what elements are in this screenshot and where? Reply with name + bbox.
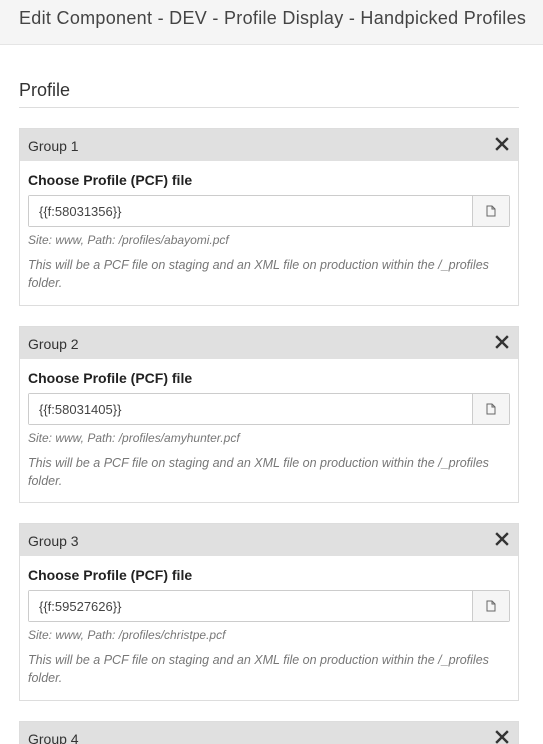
browse-button[interactable] (472, 591, 509, 621)
file-input-group (28, 393, 510, 425)
file-input-group (28, 590, 510, 622)
group-panel: Group 3 Choose Profile (PCF) file Site: … (19, 523, 519, 701)
close-icon[interactable] (495, 730, 509, 744)
profile-file-input[interactable] (29, 196, 472, 226)
group-title: Group 2 (28, 336, 79, 352)
browse-button[interactable] (472, 196, 509, 226)
site-path-text: Site: www, Path: /profiles/christpe.pcf (28, 628, 226, 642)
close-icon[interactable] (495, 137, 509, 151)
section-title: Profile (19, 80, 519, 108)
group-panel: Group 4 (19, 721, 519, 744)
group-header: Group 3 (20, 524, 518, 556)
close-icon[interactable] (495, 532, 509, 546)
field-label: Choose Profile (PCF) file (28, 567, 193, 583)
group-panel: Group 1 Choose Profile (PCF) file Site: … (19, 128, 519, 306)
file-icon (486, 403, 496, 415)
help-note: This will be a PCF file on staging and a… (28, 456, 489, 488)
help-note: This will be a PCF file on staging and a… (28, 653, 489, 685)
group-title: Group 4 (28, 731, 79, 744)
group-header: Group 4 (20, 722, 518, 744)
profile-file-input[interactable] (29, 394, 472, 424)
site-path-text: Site: www, Path: /profiles/amyhunter.pcf (28, 431, 240, 445)
site-path-text: Site: www, Path: /profiles/abayomi.pcf (28, 233, 229, 247)
file-input-group (28, 195, 510, 227)
field-label: Choose Profile (PCF) file (28, 172, 193, 188)
profile-file-input[interactable] (29, 591, 472, 621)
help-note: This will be a PCF file on staging and a… (28, 258, 489, 290)
group-header: Group 2 (20, 327, 518, 359)
group-title: Group 3 (28, 533, 79, 549)
field-label: Choose Profile (PCF) file (28, 370, 193, 386)
group-title: Group 1 (28, 138, 79, 154)
group-panel: Group 2 Choose Profile (PCF) file Site: … (19, 326, 519, 503)
file-icon (486, 600, 496, 612)
browse-button[interactable] (472, 394, 509, 424)
group-header: Group 1 (20, 129, 518, 161)
modal-title: Edit Component - DEV - Profile Display -… (19, 8, 527, 28)
modal-header: Edit Component - DEV - Profile Display -… (0, 0, 543, 45)
file-icon (486, 205, 496, 217)
close-icon[interactable] (495, 335, 509, 349)
